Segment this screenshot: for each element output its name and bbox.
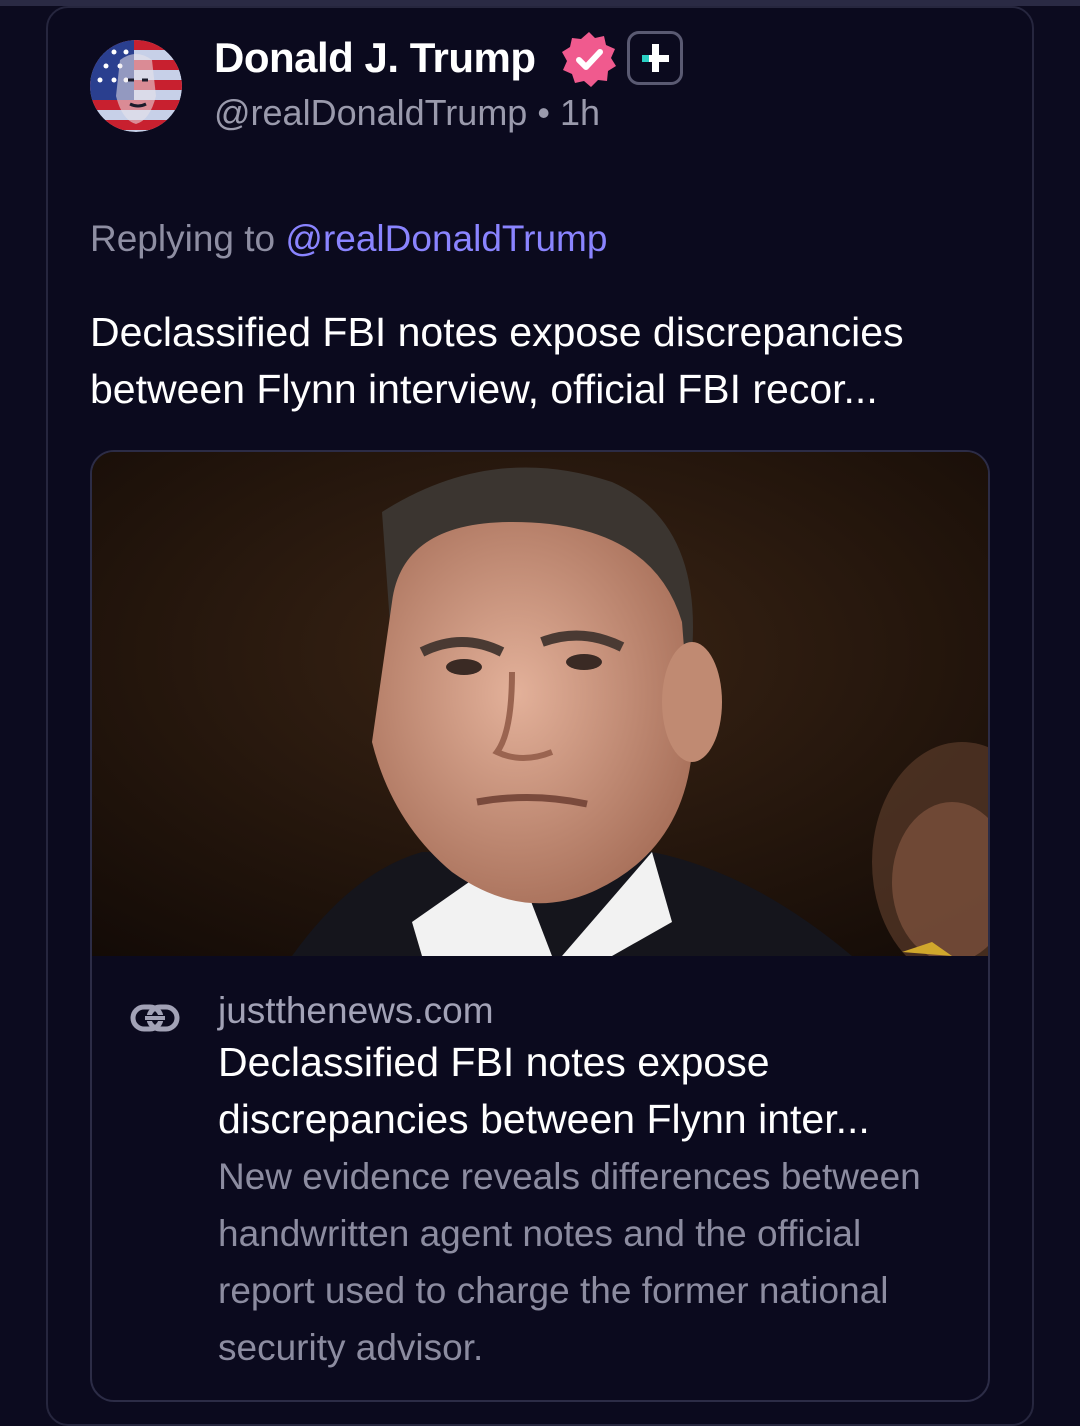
post-body-text: Declassified FBI notes expose discrepanc…	[90, 309, 904, 412]
verified-badge-icon	[560, 30, 618, 88]
link-title[interactable]: Declassified FBI notes expose discrepanc…	[218, 1034, 958, 1148]
replying-to: Replying to @realDonaldTrump	[90, 218, 607, 260]
post-timestamp[interactable]: 1h	[560, 92, 600, 133]
author-handle-line: @realDonaldTrump • 1h	[214, 92, 600, 134]
author-handle[interactable]: @realDonaldTrump	[214, 92, 527, 133]
replying-prefix: Replying to	[90, 218, 276, 259]
author-display-name[interactable]: Donald J. Trump	[214, 34, 536, 82]
reply-mention-link[interactable]: @realDonaldTrump	[285, 218, 607, 259]
link-preview-image[interactable]	[92, 452, 988, 956]
link-preview-card[interactable]: justthenews.com Declassified FBI notes e…	[90, 450, 990, 1402]
separator-dot: •	[537, 92, 550, 133]
plus-badge-icon	[627, 31, 683, 85]
link-chain-icon	[130, 1000, 180, 1036]
link-description: New evidence reveals differences between…	[218, 1156, 921, 1368]
author-avatar[interactable]	[90, 40, 182, 132]
link-domain: justthenews.com	[218, 990, 494, 1031]
